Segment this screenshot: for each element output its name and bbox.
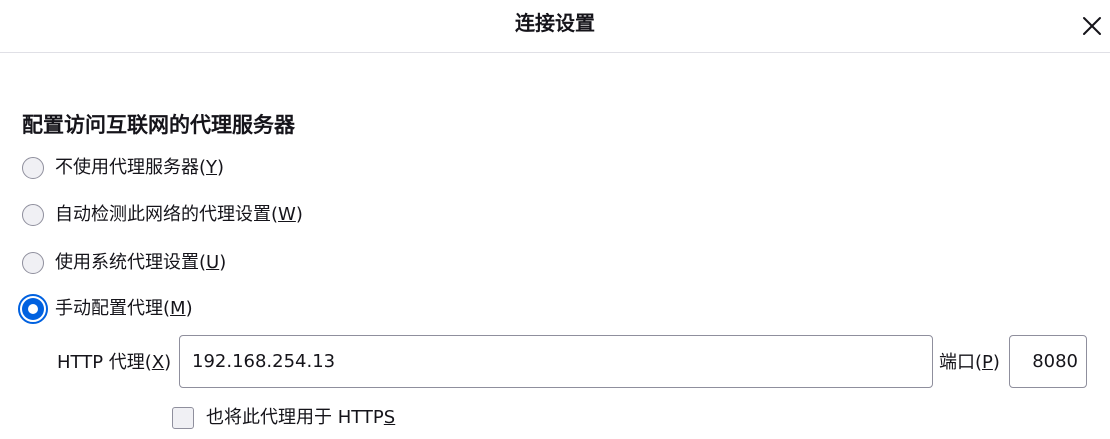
https-checkbox-row[interactable]: 也将此代理用于 HTTPS (172, 404, 395, 432)
port-input[interactable] (1009, 335, 1087, 388)
radio-label: 自动检测此网络的代理设置(W) (55, 204, 303, 225)
dialog-header: 连接设置 (0, 0, 1110, 53)
radio-label: 手动配置代理(M) (55, 298, 193, 319)
port-label: 端口(P) (939, 352, 1000, 373)
radio-button-selected[interactable] (18, 294, 48, 324)
radio-button[interactable] (22, 204, 44, 226)
radio-label: 不使用代理服务器(Y) (55, 157, 225, 178)
https-checkbox-label: 也将此代理用于 HTTPS (206, 407, 396, 428)
http-proxy-input[interactable] (179, 335, 933, 388)
radio-dot (28, 304, 38, 314)
radio-auto-detect[interactable]: 自动检测此网络的代理设置(W) (22, 201, 303, 229)
radio-manual-proxy[interactable]: 手动配置代理(M) (18, 294, 193, 324)
radio-label: 使用系统代理设置(U) (55, 252, 227, 273)
radio-system-proxy[interactable]: 使用系统代理设置(U) (22, 249, 226, 277)
https-checkbox[interactable] (172, 407, 194, 429)
connection-settings-dialog: 连接设置 配置访问互联网的代理服务器 不使用代理服务器(Y) 自动检测此网络的代… (0, 0, 1110, 439)
http-proxy-label: HTTP 代理(X) (57, 352, 172, 373)
radio-fill (22, 298, 44, 320)
dialog-title: 连接设置 (515, 11, 595, 35)
close-button[interactable] (1074, 8, 1110, 44)
radio-no-proxy[interactable]: 不使用代理服务器(Y) (22, 154, 224, 182)
radio-button[interactable] (22, 157, 44, 179)
close-icon (1083, 17, 1101, 35)
radio-button[interactable] (22, 252, 44, 274)
section-title: 配置访问互联网的代理服务器 (22, 113, 295, 137)
